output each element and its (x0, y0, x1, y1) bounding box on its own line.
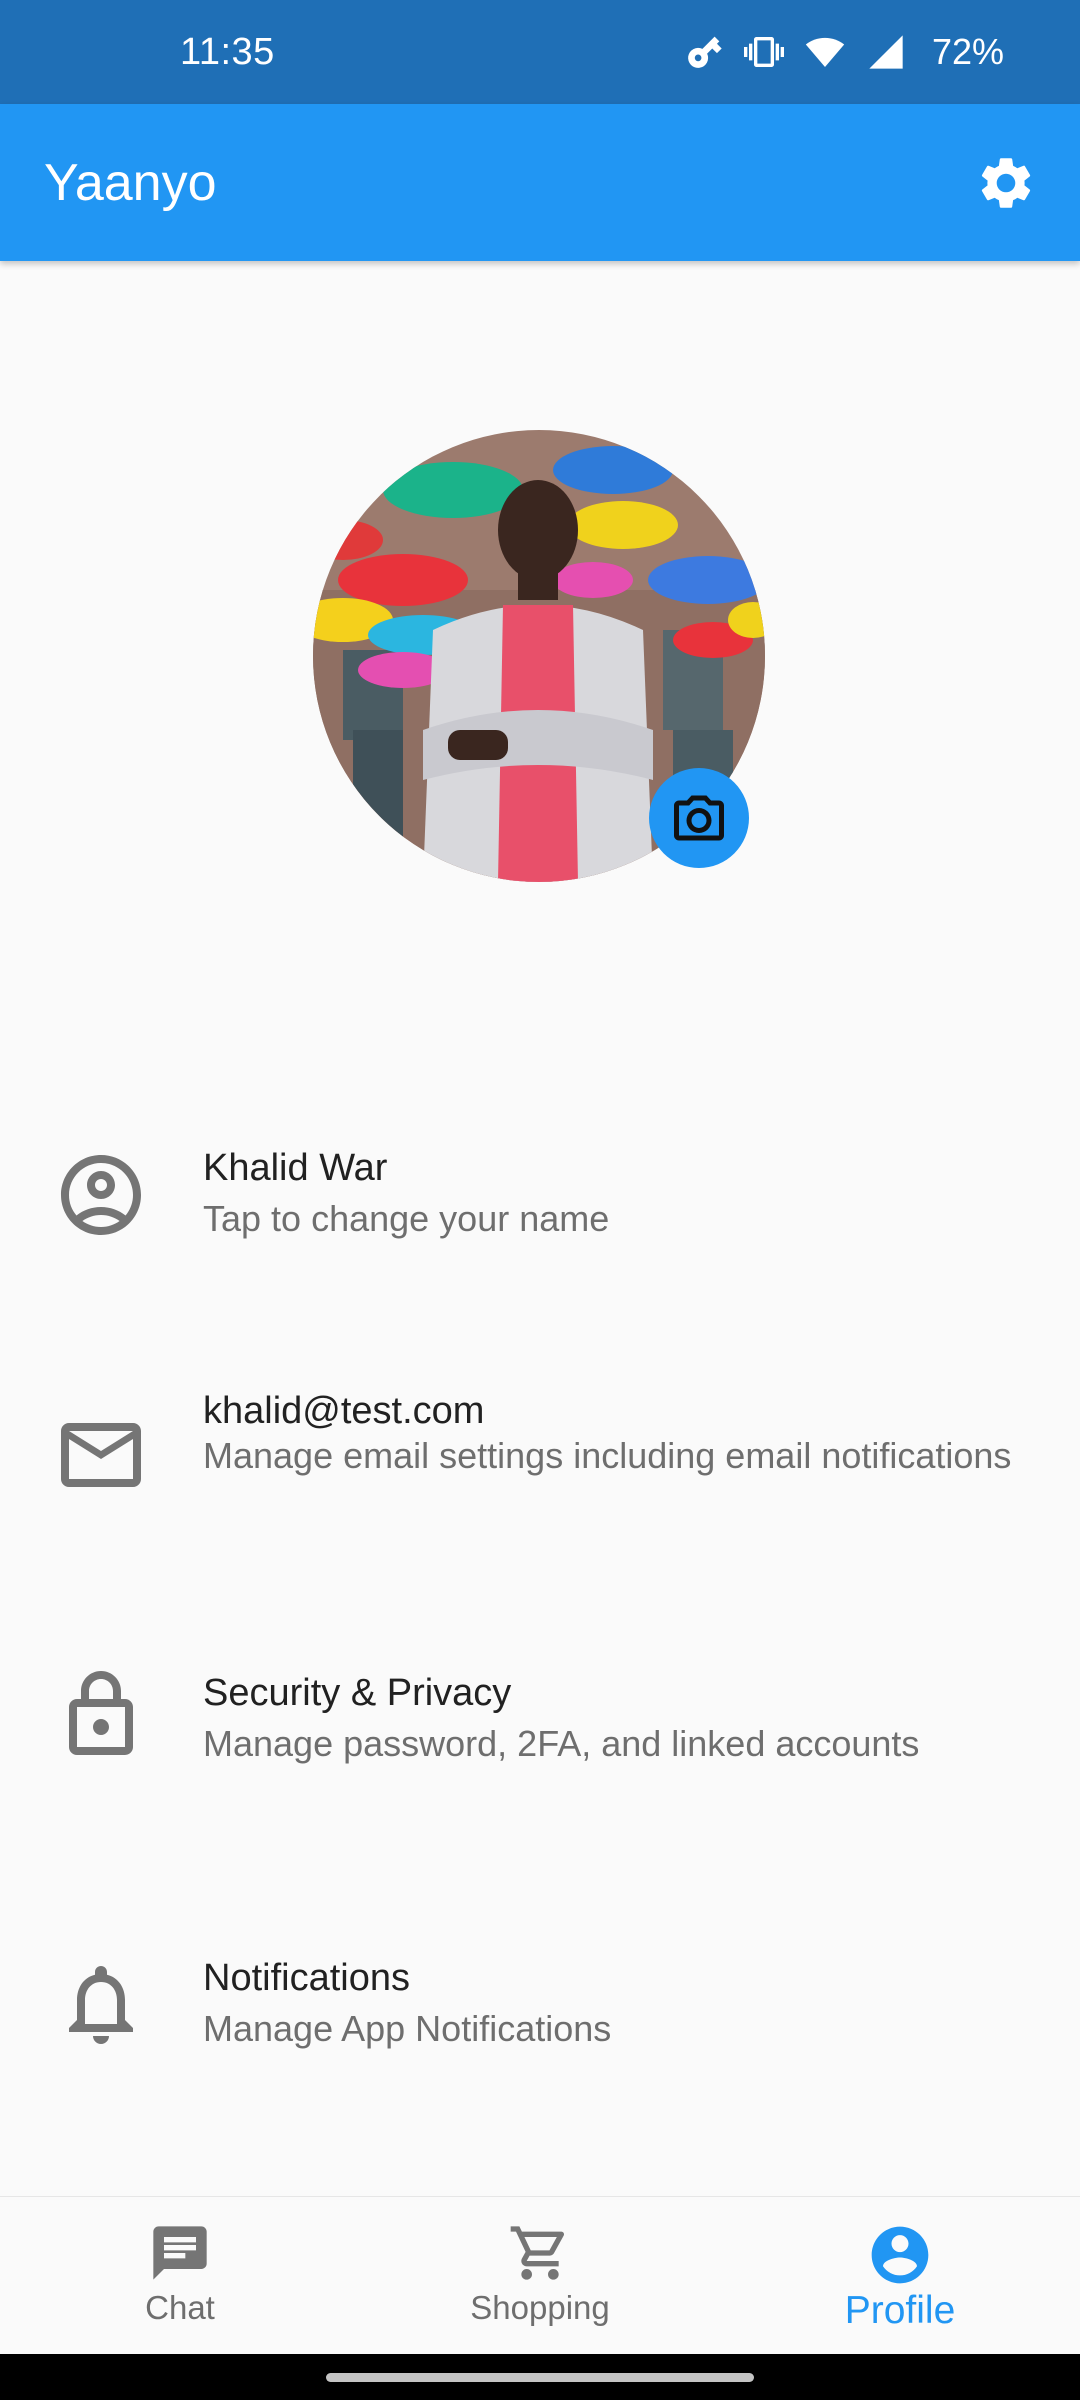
key-icon (688, 36, 722, 68)
email-list-item[interactable]: khalid@test.com Manage email settings in… (0, 1370, 1080, 1540)
email-text: khalid@test.com Manage email settings in… (203, 1388, 1040, 1478)
nav-profile[interactable]: Profile (720, 2197, 1080, 2354)
mail-icon (52, 1406, 150, 1504)
item-subtitle: Manage password, 2FA, and linked account… (203, 1723, 920, 1764)
nav-label: Chat (145, 2289, 215, 2326)
nav-label: Shopping (470, 2289, 610, 2326)
cart-icon (510, 2226, 565, 2280)
app-bar: Yaanyo (0, 104, 1080, 261)
notifications-text: Notifications Manage App Notifications (203, 1955, 1040, 2051)
item-subtitle: Manage App Notifications (203, 2008, 612, 2049)
item-title: Security & Privacy (203, 1672, 512, 1714)
status-time: 11:35 (180, 30, 275, 73)
cell-signal-icon (869, 35, 903, 69)
security-text: Security & Privacy Manage password, 2FA,… (203, 1670, 1040, 1766)
item-subtitle: Manage email settings including email no… (203, 1435, 1012, 1476)
battery-level: 72% (931, 31, 1004, 72)
profile-picture-section (313, 430, 765, 882)
status-bar: 11:35 72% (0, 0, 1080, 104)
name-text: Khalid War Tap to change your name (203, 1145, 1040, 1241)
change-photo-button[interactable] (649, 768, 749, 868)
vibrate-icon (743, 37, 784, 67)
system-gesture-area (0, 2354, 1080, 2400)
bell-icon (52, 1955, 150, 2053)
status-icons: 72% (684, 31, 1004, 73)
notifications-list-item[interactable]: Notifications Manage App Notifications (0, 1945, 1080, 2095)
home-gesture-handle[interactable] (326, 2373, 754, 2382)
app-title: Yaanyo (44, 153, 217, 212)
account-circle-icon (52, 1146, 150, 1244)
item-title: Notifications (203, 1957, 410, 1999)
item-subtitle: Tap to change your name (203, 1198, 610, 1239)
bottom-navigation: Chat Shopping Profile (0, 2196, 1080, 2354)
chat-icon (153, 2226, 207, 2280)
gear-icon (981, 157, 1031, 208)
item-title: khalid@test.com (203, 1390, 485, 1432)
account-circle-icon (871, 2226, 929, 2284)
security-list-item[interactable]: Security & Privacy Manage password, 2FA,… (0, 1660, 1080, 1810)
nav-shopping[interactable]: Shopping (360, 2197, 720, 2354)
nav-label: Profile (844, 2289, 956, 2332)
camera-icon (674, 795, 724, 841)
settings-button[interactable] (970, 147, 1042, 219)
name-list-item[interactable]: Khalid War Tap to change your name (0, 1120, 1080, 1270)
wifi-icon (805, 37, 845, 67)
item-title: Khalid War (203, 1147, 388, 1189)
lock-icon (52, 1666, 150, 1764)
nav-chat[interactable]: Chat (0, 2197, 360, 2354)
